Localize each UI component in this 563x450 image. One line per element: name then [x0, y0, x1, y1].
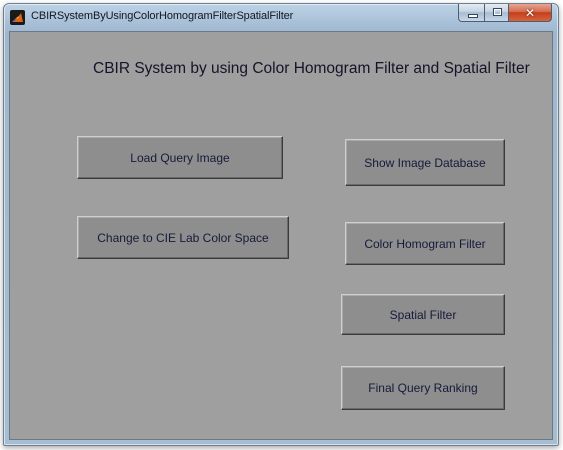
load-query-image-button[interactable]: Load Query Image [77, 136, 283, 179]
show-image-database-button[interactable]: Show Image Database [345, 139, 505, 186]
minimize-button[interactable] [458, 4, 484, 22]
figure-panel: CBIR System by using Color Homogram Filt… [9, 31, 553, 440]
app-window: CBIRSystemByUsingColorHomogramFilterSpat… [3, 3, 559, 446]
color-homogram-filter-button[interactable]: Color Homogram Filter [345, 222, 505, 265]
final-query-ranking-button[interactable]: Final Query Ranking [341, 366, 505, 410]
maximize-icon [493, 8, 502, 16]
close-button[interactable]: ✕ [509, 4, 552, 22]
window-controls: ✕ [458, 4, 552, 23]
page-title: CBIR System by using Color Homogram Filt… [93, 60, 530, 77]
close-icon: ✕ [524, 5, 536, 20]
window-title: CBIRSystemByUsingColorHomogramFilterSpat… [31, 10, 294, 22]
spatial-filter-button[interactable]: Spatial Filter [341, 294, 505, 335]
title-bar[interactable]: CBIRSystemByUsingColorHomogramFilterSpat… [4, 4, 558, 30]
change-color-space-button[interactable]: Change to CIE Lab Color Space [77, 216, 289, 259]
matlab-icon [10, 10, 25, 25]
maximize-button[interactable] [484, 4, 509, 22]
minimize-icon [468, 14, 478, 18]
